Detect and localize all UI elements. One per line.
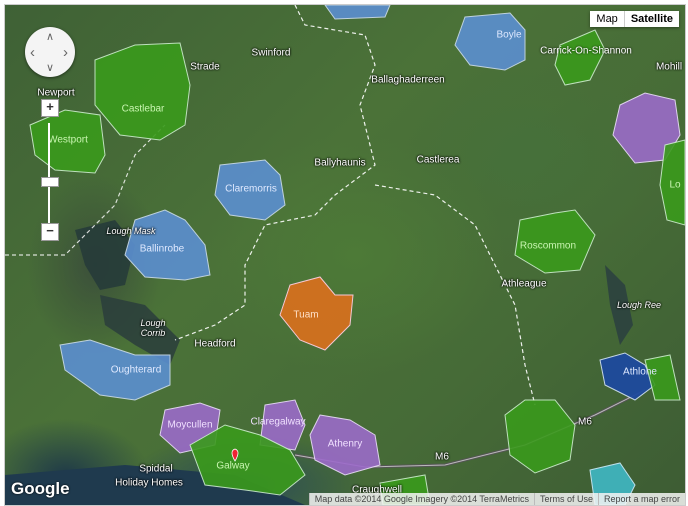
zoom-slider-track[interactable] bbox=[48, 123, 50, 228]
place-label: Headford bbox=[194, 338, 236, 350]
place-label: Castlerea bbox=[416, 154, 460, 166]
zoom-in-button[interactable]: + bbox=[41, 99, 59, 117]
pan-down-icon[interactable]: ∨ bbox=[46, 61, 54, 74]
place-label: Strade bbox=[190, 61, 220, 73]
pan-right-icon[interactable]: › bbox=[63, 44, 68, 61]
place-label: Athleague bbox=[501, 278, 547, 290]
zoom-out-button[interactable]: − bbox=[41, 223, 59, 241]
region-label[interactable]: Lo bbox=[669, 180, 680, 191]
map-canvas[interactable]: Newport Swinford Strade Ballaghaderreen … bbox=[4, 4, 686, 506]
map-type-control: Map Satellite bbox=[590, 11, 679, 27]
region-top-blue bbox=[324, 5, 391, 20]
report-error-link[interactable]: Report a map error bbox=[597, 493, 685, 505]
region-label[interactable]: Castlebar bbox=[122, 104, 165, 115]
region-label[interactable]: Athlone bbox=[623, 367, 657, 378]
zoom-slider-thumb[interactable] bbox=[41, 176, 59, 187]
place-label: Mohill bbox=[655, 61, 683, 73]
terms-link[interactable]: Terms of Use bbox=[533, 493, 598, 505]
region-label[interactable]: Roscommon bbox=[520, 241, 576, 252]
place-label: Ballyhaunis bbox=[314, 157, 366, 169]
map-type-satellite-button[interactable]: Satellite bbox=[623, 11, 679, 27]
map-data-credit: Map data ©2014 Google Imagery ©2014 Terr… bbox=[308, 493, 534, 505]
region-label[interactable]: Oughterard bbox=[111, 365, 162, 376]
place-label: Spiddal bbox=[139, 463, 173, 475]
region-label[interactable]: Galway bbox=[216, 461, 249, 472]
region-label[interactable]: Athenry bbox=[328, 439, 362, 450]
region-castlebar bbox=[94, 42, 191, 141]
road-label: M6 bbox=[578, 416, 592, 428]
region-right-green bbox=[644, 354, 681, 401]
region-label[interactable]: Claregalway bbox=[250, 417, 305, 428]
region-label[interactable]: Moycullen bbox=[167, 420, 212, 431]
region-carrick bbox=[554, 29, 606, 86]
region-athleague-south bbox=[504, 399, 576, 474]
region-label[interactable]: Westport bbox=[48, 135, 88, 146]
pan-up-icon[interactable]: ∧ bbox=[46, 30, 54, 43]
region-label[interactable]: Ballinrobe bbox=[140, 244, 184, 255]
place-label: Newport bbox=[37, 87, 75, 99]
attribution-bar: Map data ©2014 Google Imagery ©2014 Terr… bbox=[308, 493, 685, 505]
place-label: Swinford bbox=[251, 47, 291, 59]
region-boyle bbox=[454, 12, 526, 71]
place-label: Holiday Homes bbox=[115, 477, 183, 489]
place-label: Ballaghaderreen bbox=[371, 74, 445, 86]
region-label[interactable]: Boyle bbox=[496, 30, 521, 41]
region-label[interactable]: Tuam bbox=[293, 310, 318, 321]
county-border bbox=[374, 184, 536, 406]
place-label: Lough Mask bbox=[106, 226, 156, 236]
google-logo[interactable]: Google bbox=[11, 479, 70, 499]
region-label[interactable]: Claremorris bbox=[225, 184, 277, 195]
place-label: Lough Ree bbox=[616, 300, 662, 310]
region-label[interactable]: Carrick-On-Shannon bbox=[540, 46, 632, 57]
map-type-map-button[interactable]: Map bbox=[590, 11, 623, 27]
pan-control[interactable]: ∧ ∨ ‹ › bbox=[25, 27, 75, 77]
place-label: Lough Corrib bbox=[140, 318, 166, 338]
road-label: M6 bbox=[435, 451, 449, 463]
pan-left-icon[interactable]: ‹ bbox=[30, 44, 35, 61]
map-overlay bbox=[5, 5, 685, 505]
